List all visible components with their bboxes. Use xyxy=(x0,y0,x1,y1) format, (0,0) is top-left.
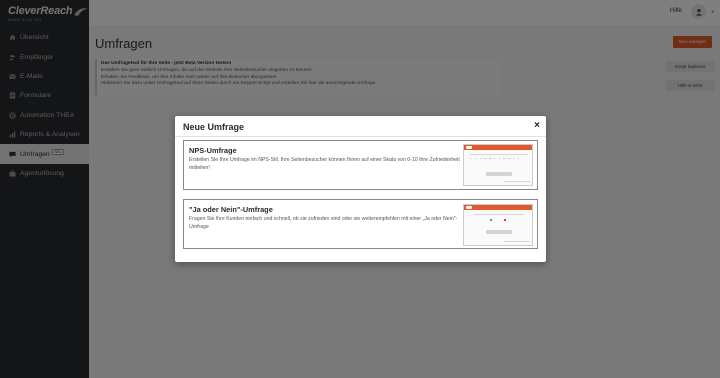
option-nps-survey[interactable]: NPS-Umfrage Erstellen Sie Ihre Umfrage i… xyxy=(183,140,538,190)
option-title: "Ja oder Nein"-Umfrage xyxy=(189,205,273,214)
thumbnail-no-dot xyxy=(504,219,506,221)
close-icon[interactable]: × xyxy=(534,120,540,131)
thumbnail-line xyxy=(470,154,528,155)
thumbnail-header xyxy=(464,145,532,150)
option-title: NPS-Umfrage xyxy=(189,146,237,155)
thumbnail-yes-dot xyxy=(490,219,492,221)
thumbnail-line xyxy=(504,241,530,242)
modal-title: Neue Umfrage xyxy=(183,122,245,132)
thumbnail-logo xyxy=(466,146,472,149)
thumbnail-line xyxy=(504,181,530,182)
thumbnail-button xyxy=(486,230,512,234)
thumbnail-line xyxy=(474,214,524,215)
modal-divider xyxy=(175,136,546,137)
new-survey-modal: Neue Umfrage × NPS-Umfrage Erstellen Sie… xyxy=(175,116,546,262)
thumbnail-scale xyxy=(470,158,520,160)
yes-no-preview-thumbnail xyxy=(463,204,533,246)
thumbnail-button xyxy=(486,172,512,176)
thumbnail-header xyxy=(464,205,532,210)
nps-preview-thumbnail xyxy=(463,144,533,186)
thumbnail-logo xyxy=(466,206,472,209)
option-description: Fragen Sie Ihre Kunden einfach und schne… xyxy=(189,216,458,230)
option-yes-no-survey[interactable]: "Ja oder Nein"-Umfrage Fragen Sie Ihre K… xyxy=(183,199,538,249)
option-description: Erstellen Sie Ihre Umfrage im NPS-Stil. … xyxy=(189,157,460,171)
